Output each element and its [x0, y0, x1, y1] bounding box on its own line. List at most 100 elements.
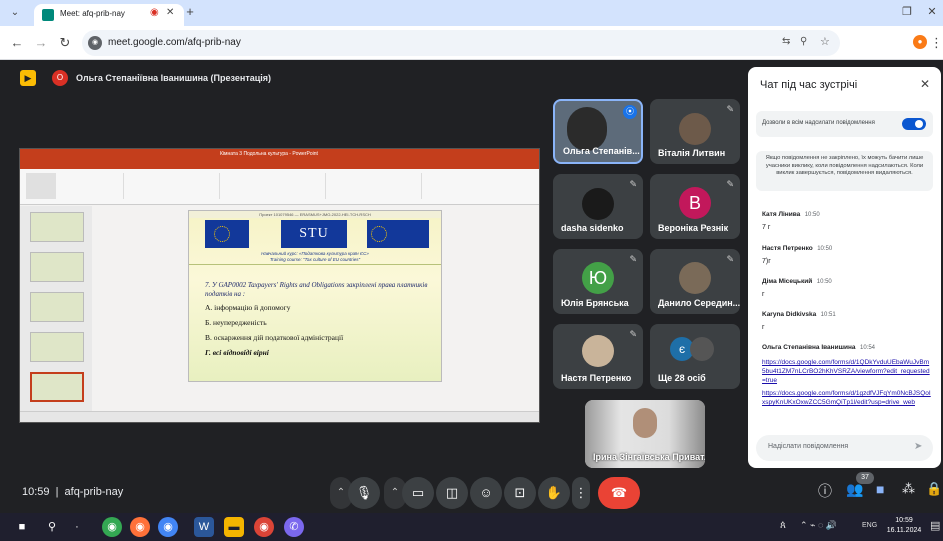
ppt-title-bar: Кімната 3 Подольна культура - PowerPoint [20, 149, 539, 161]
slide-option: Б. неупередженість [205, 318, 267, 327]
chat-panel: Чат під час зустрічі ✕ Дозволи в всім на… [748, 67, 941, 468]
notifications-icon[interactable]: ▤ [930, 519, 940, 532]
chat-close-icon[interactable]: ✕ [920, 77, 930, 91]
slide-question: 7. У GAP0002 Taxpayers' Rights and Oblig… [205, 281, 428, 298]
host-controls-icon[interactable]: 🔒 [926, 481, 942, 497]
chat-icon[interactable]: ■ [876, 481, 884, 497]
more-options-button[interactable]: ⋮ [572, 477, 590, 509]
clock-time: 10:59 [895, 517, 913, 524]
bookmark-star-icon[interactable]: ☆ [820, 35, 830, 48]
viber-icon[interactable]: ✆ [284, 517, 304, 537]
forward-icon[interactable]: → [30, 30, 52, 56]
shared-presentation: Кімната 3 Подольна культура - PowerPoint… [19, 148, 540, 423]
chat-permission-toggle[interactable] [902, 118, 926, 130]
participant-tile[interactable]: ✎ Віталія Литвин [650, 99, 740, 164]
zoom-icon[interactable]: ⚲ [800, 36, 807, 47]
ppt-ribbon-group [64, 173, 124, 199]
chat-message: Катя Лінива 10:50 7 г [762, 203, 932, 231]
course-en: Training course: "Tax culture of EU coun… [269, 257, 361, 262]
message-sender: Настя Петренко [762, 245, 813, 252]
search-icon[interactable]: ⚲ [42, 517, 62, 537]
present-button[interactable]: ⊡ [504, 477, 536, 509]
chat-message: Діма Місецький 10:50 г [762, 270, 932, 298]
user-icon[interactable]: ጰ [780, 520, 786, 531]
emoji-button[interactable]: ☺ [470, 477, 502, 509]
clock[interactable]: 10:59 16.11.2024 [884, 516, 924, 536]
self-view-tile[interactable]: Ірина Зінгаївська Приват... [585, 400, 705, 468]
browser-tab-bar: ⌄ Meet: afq-prib-nay ◉ ✕ + ❐ ✕ [0, 0, 943, 26]
participant-tile[interactable]: ✎ Данило Середин... [650, 249, 740, 314]
eu-flag-left [205, 220, 249, 248]
leave-call-button[interactable]: ☎ [598, 477, 640, 509]
participant-tile[interactable]: ✎ dasha sidenko [553, 174, 643, 239]
chrome-icon[interactable]: ◉ [102, 517, 122, 537]
ppt-ribbon [20, 169, 539, 205]
profile-avatar-icon[interactable]: ● [913, 35, 927, 49]
file-explorer-icon[interactable]: ▬ [224, 517, 244, 537]
participant-avatar [679, 113, 711, 145]
message-text: 7 г [762, 224, 771, 231]
participant-name: Данило Середин... [658, 298, 740, 308]
meeting-code: afq-prib-nay [64, 486, 124, 498]
omnibox[interactable]: ◉ meet.google.com/afq-prib-nay ⇆ ⚲ ☆ [82, 30, 840, 56]
captions-button[interactable]: ◫ [436, 477, 468, 509]
slide-option: А. інформацію й допомогу [205, 303, 291, 312]
chat-input[interactable]: Надіслати повідомлення ➤ [756, 435, 933, 461]
task-view-icon[interactable]: · [72, 517, 82, 537]
message-time: 10:50 [817, 246, 833, 252]
participant-tile[interactable]: ✎ Ю Юлія Брянська [553, 249, 643, 314]
tab-title: Meet: afq-prib-nay [60, 9, 125, 18]
participant-avatar [679, 262, 711, 294]
word-icon[interactable]: W [194, 517, 214, 537]
window-restore-icon[interactable]: ❐ [896, 1, 918, 23]
ppt-thumbnail [30, 252, 84, 282]
tab-close-icon[interactable]: ✕ [166, 7, 174, 18]
window-close-icon[interactable]: ✕ [922, 1, 942, 23]
ppt-ribbon-group [332, 173, 422, 199]
camera-button[interactable]: ▭ [402, 477, 434, 509]
firefox-icon[interactable]: ◉ [130, 517, 150, 537]
meeting-info: 10:59 | afq-prib-nay [22, 486, 123, 498]
form-link[interactable]: https://docs.google.com/forms/d/1QDkYvdu… [762, 358, 932, 385]
raise-hand-button[interactable]: ✋ [538, 477, 570, 509]
system-tray-icons[interactable]: ⌃ ⌁ ◌ 🔊 [800, 520, 837, 531]
translate-icon[interactable]: ⇆ [782, 36, 790, 47]
mic-off-icon: ✎ [629, 254, 637, 264]
input-language[interactable]: ENG [862, 522, 877, 529]
message-sender: Ольга Степанівна Іванишина [762, 344, 856, 351]
more-participants-tile[interactable]: є Ще 28 осіб [650, 324, 740, 389]
ppt-ribbon-group [226, 173, 326, 199]
participant-name: dasha sidenko [561, 223, 624, 233]
reload-icon[interactable]: ↻ [54, 30, 76, 56]
activities-icon[interactable]: ⁂ [902, 481, 915, 497]
send-icon[interactable]: ➤ [914, 441, 922, 452]
participant-tile[interactable]: ✎ Настя Петренко [553, 324, 643, 389]
browser-menu-icon[interactable]: ⋮ [930, 30, 943, 56]
chrome-alt-icon[interactable]: ◉ [158, 517, 178, 537]
slide-canvas: Проект 101079546 — ERASMUS+JMO-2022-HEI-… [188, 210, 442, 382]
participant-avatar-letter: В [679, 187, 711, 219]
presenter-avatar-icon: O [52, 70, 68, 86]
back-icon[interactable]: ← [6, 30, 28, 56]
tab-search-icon[interactable]: ⌄ [4, 2, 26, 24]
participant-tile[interactable]: ⦿ Ольга Степанів... [553, 99, 643, 164]
message-text: г [762, 291, 765, 298]
course-ua: Навчальний курс: «Податкова культура кра… [261, 251, 369, 256]
message-text: 7)г [762, 258, 771, 265]
chat-notice: Якщо повідомлення не закріплено, їх можу… [756, 151, 933, 191]
clock-date: 16.11.2024 [886, 527, 922, 534]
new-tab-button[interactable]: + [180, 1, 200, 23]
ppt-ribbon-group [130, 173, 220, 199]
site-info-icon[interactable]: ◉ [88, 36, 102, 50]
meeting-details-icon[interactable]: ⓘ [818, 481, 832, 501]
browser-tab[interactable]: Meet: afq-prib-nay ◉ ✕ [34, 4, 184, 26]
participant-tile[interactable]: ✎ В Вероніка Резнік [650, 174, 740, 239]
ppt-paste-icon [26, 173, 56, 199]
mic-off-icon: ✎ [629, 329, 637, 339]
ppt-ribbon-group [428, 173, 528, 199]
windows-start-icon[interactable]: ■ [12, 517, 32, 537]
mic-button[interactable]: 🎙 [348, 477, 380, 509]
chat-message: Настя Петренко 10:50 7)г [762, 237, 932, 265]
chrome-app-icon[interactable]: ◉ [254, 517, 274, 537]
form-link[interactable]: https://docs.google.com/forms/d/1gzdfVJF… [762, 389, 932, 407]
